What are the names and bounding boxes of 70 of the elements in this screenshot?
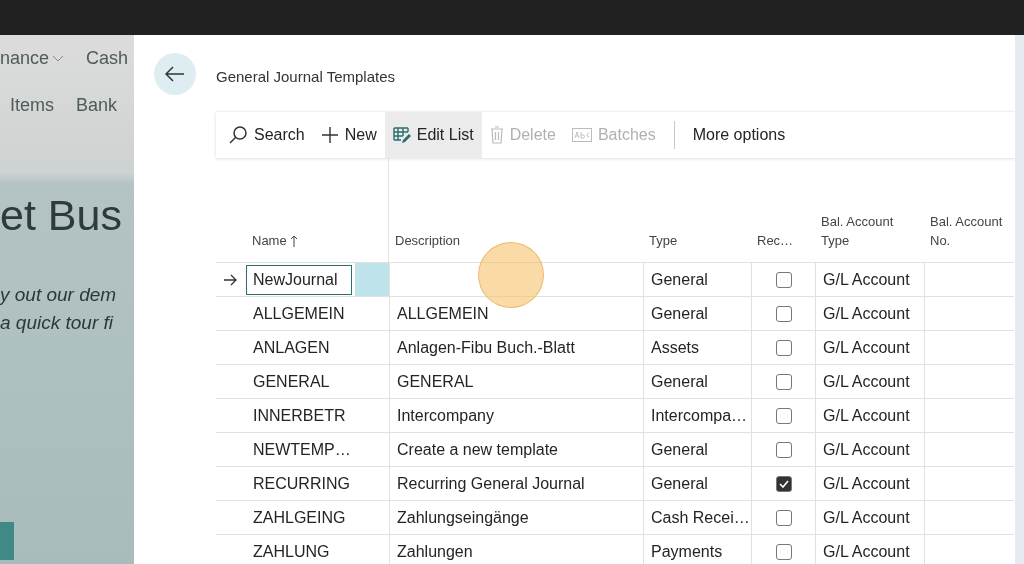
column-header[interactable]: Bal. Account Type (821, 212, 918, 250)
column-header[interactable]: Type (649, 231, 678, 250)
table-cell: Assets (643, 330, 751, 364)
table-cell: Payments (643, 534, 751, 564)
chevron-down-icon (52, 54, 65, 63)
checkbox[interactable] (775, 339, 792, 356)
checkbox[interactable] (775, 373, 792, 390)
table-cell: Anlagen-Fibu Buch.-Blatt (389, 330, 643, 364)
table-cell: RECURRING (246, 466, 355, 500)
table-cell: Cash Recei… (643, 500, 751, 534)
name-input-field[interactable]: NewJournal (246, 264, 352, 295)
back-arrow-icon (165, 66, 185, 82)
table-cell: G/L Account (815, 534, 924, 564)
table-cell: G/L Account (815, 466, 924, 500)
table-cell: General (643, 466, 751, 500)
batches-icon (571, 128, 592, 142)
hero-heading: et Bus (0, 191, 123, 241)
table-cell: G/L Account (815, 296, 924, 330)
table-cell: Zahlungseingänge (389, 500, 643, 534)
page-title: General Journal Templates (216, 66, 396, 87)
table-cell: G/L Account (815, 330, 924, 364)
table-cell: G/L Account (815, 500, 924, 534)
toolbar-button[interactable]: More options (684, 112, 794, 158)
checkbox[interactable] (775, 475, 792, 492)
table-cell: GENERAL (389, 364, 643, 398)
column-header[interactable]: Rec… (757, 231, 794, 250)
table-cell: Recurring General Journal (389, 466, 643, 500)
checkbox[interactable] (775, 271, 792, 288)
table-cell: ALLGEMEIN (389, 296, 643, 330)
toolbar-button[interactable]: Edit List (384, 112, 482, 158)
checkmark-icon (778, 479, 789, 488)
table-cell: Intercompa… (643, 398, 751, 432)
table-cell: General (643, 432, 751, 466)
table-cell: NEWTEMP… (246, 432, 355, 466)
column-header[interactable]: Name (252, 231, 298, 250)
edit-grid-icon (392, 126, 411, 144)
plus-icon (320, 126, 339, 144)
table-cell: ZAHLUNG (246, 534, 355, 564)
search-icon (228, 125, 248, 145)
toolbar-button[interactable]: New (312, 112, 385, 158)
table-cell: ANLAGEN (246, 330, 355, 364)
nav-link[interactable]: Bank (76, 95, 118, 116)
hero-text: a quick tour fi (0, 311, 115, 335)
checkbox[interactable] (775, 509, 792, 526)
column-header[interactable]: Bal. Account No. (930, 212, 1008, 250)
column-header[interactable]: Description (395, 231, 461, 250)
table-cell: General (643, 262, 751, 296)
table-cell: G/L Account (815, 262, 924, 296)
table-cell: ALLGEMEIN (246, 296, 355, 330)
table-cell: GENERAL (246, 364, 355, 398)
table-cell: General (643, 364, 751, 398)
checkbox[interactable] (775, 305, 792, 322)
back-button[interactable] (154, 53, 196, 95)
table-cell: INNERBETR (246, 398, 355, 432)
nav-link[interactable]: nance (0, 48, 65, 69)
nav-link[interactable]: Cash (86, 48, 129, 69)
nav-link[interactable]: Items (10, 95, 54, 116)
table-cell: G/L Account (815, 432, 924, 466)
table-cell: Intercompany (389, 398, 643, 432)
toolbar-button[interactable]: Search (220, 112, 313, 158)
checkbox[interactable] (775, 407, 792, 424)
checkbox[interactable] (775, 441, 792, 458)
table-cell: Create a new template (389, 432, 643, 466)
checkbox[interactable] (775, 543, 792, 560)
table-cell: G/L Account (815, 364, 924, 398)
table-cell: Zahlungen (389, 534, 643, 564)
table-cell: G/L Account (815, 398, 924, 432)
trash-icon (489, 126, 504, 144)
table-cell: General (643, 296, 751, 330)
table-cell: ZAHLGEING (246, 500, 355, 534)
